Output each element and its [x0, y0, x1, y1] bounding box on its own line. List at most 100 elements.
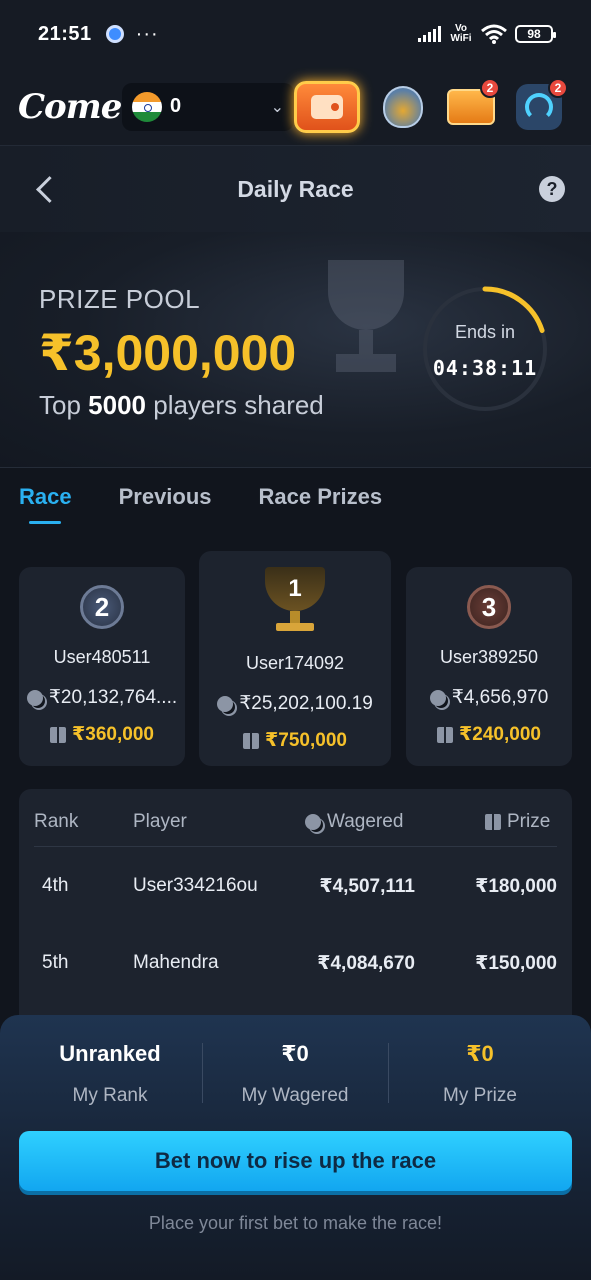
battery-icon: 98 — [515, 25, 556, 43]
leaderboard-table: Rank Player Wagered Prize 4th User334216… — [19, 789, 572, 1029]
row-player: User334216ou — [133, 875, 258, 896]
wallet-button[interactable] — [294, 80, 360, 133]
ends-in-time: 04:38:11 — [432, 356, 538, 380]
page-title: Daily Race — [237, 175, 354, 202]
prize-pool-banner: PRIZE POOL ₹3,000,000 Top 5000 players s… — [0, 232, 591, 468]
tab-race[interactable]: Race — [19, 484, 72, 524]
row-player: Mahendra — [133, 952, 219, 973]
coins-icon — [217, 695, 234, 712]
gift-icon — [243, 732, 260, 749]
header-divider — [34, 846, 557, 847]
my-wagered-stat: ₹0 My Wagered — [200, 1041, 390, 1107]
podium-prize-value: ₹750,000 — [265, 730, 347, 751]
podium-player-name: User174092 — [245, 653, 345, 673]
support-badge: 2 — [548, 77, 568, 98]
podium-card-third: 3 User389250 ₹4,656,970 ₹240,000 — [406, 567, 572, 766]
treasure-jar-button[interactable] — [378, 82, 428, 132]
podium-rank: 3 — [481, 591, 497, 622]
bet-hint-text: Place your first bet to make the race! — [148, 1213, 443, 1233]
chevron-down-icon: ⌄ — [270, 98, 284, 116]
my-prize-stat: ₹0 My Prize — [385, 1041, 575, 1107]
podium-player-name: User480511 — [53, 647, 151, 667]
india-flag-icon — [132, 91, 162, 122]
row-wagered: ₹4,084,670 — [317, 953, 415, 974]
trophy-background-icon — [318, 260, 414, 380]
countdown-timer: Ends in 04:38:11 — [420, 284, 550, 414]
wifi-icon — [481, 24, 507, 44]
subtitle-suffix: players shared — [153, 390, 324, 420]
currency-selector[interactable]: 0 ⌄ — [122, 82, 294, 131]
prize-pool-subtitle: Top 5000 players shared — [39, 390, 324, 421]
tab-previous[interactable]: Previous — [119, 484, 212, 524]
prize-pool-amount: ₹3,000,000 — [39, 325, 297, 381]
back-arrow-icon[interactable] — [34, 174, 62, 204]
my-prize-label: My Prize — [443, 1085, 517, 1106]
vowifi-label: Vo WiFi — [450, 23, 472, 44]
podium-wagered: ₹25,202,100.19 — [199, 692, 391, 715]
my-rank-stat: Unranked My Rank — [15, 1041, 205, 1107]
column-header-player: Player — [133, 811, 187, 832]
podium-prize: ₹750,000 — [199, 729, 391, 752]
page-header: Daily Race ? — [0, 146, 591, 232]
status-bar: 21:51 ··· Vo WiFi 98 — [0, 0, 591, 68]
cell-signal-icon — [418, 26, 441, 42]
coins-icon — [26, 689, 43, 706]
podium-card-first: 1 User174092 ₹25,202,100.19 ₹750,000 — [199, 551, 391, 766]
subtitle-prefix: Top — [39, 390, 81, 420]
my-stats-panel: Unranked My Rank ₹0 My Wagered ₹0 My Pri… — [0, 1015, 591, 1280]
subtitle-player-count: 5000 — [88, 390, 146, 420]
status-more: ··· — [135, 22, 159, 45]
podium-card-second: 2 User480511 ₹20,132,764.... ₹360,000 — [19, 567, 185, 766]
gift-badge: 2 — [480, 77, 500, 98]
row-rank: 4th — [42, 875, 69, 896]
wallet-icon — [311, 94, 343, 119]
trophy-icon: 1 — [262, 567, 328, 637]
podium-prize: ₹240,000 — [406, 723, 572, 746]
coins-icon — [305, 814, 321, 830]
app-notification-icon — [105, 25, 124, 43]
row-prize: ₹180,000 — [475, 876, 557, 897]
battery-level: 98 — [527, 27, 541, 41]
podium-wagered-value: ₹25,202,100.19 — [239, 693, 373, 714]
help-icon[interactable]: ? — [539, 176, 565, 202]
treasure-jar-icon — [383, 85, 423, 128]
podium-prize-value: ₹360,000 — [72, 724, 154, 745]
podium-wagered: ₹4,656,970 — [406, 686, 572, 709]
my-rank-label: My Rank — [72, 1085, 148, 1106]
column-header-rank: Rank — [34, 811, 79, 832]
podium-rank: 2 — [94, 591, 110, 622]
gift-icon — [50, 726, 67, 743]
podium-rank: 1 — [288, 575, 302, 602]
countdown-ring — [422, 286, 548, 412]
race-tabs: Race Previous Race Prizes — [19, 484, 429, 524]
row-rank: 5th — [42, 952, 69, 973]
coins-icon — [429, 689, 446, 706]
silver-medal-icon: 2 — [80, 585, 124, 629]
gift-icon — [437, 726, 454, 743]
podium-wagered-value: ₹20,132,764.... — [48, 687, 178, 708]
ends-in-label: Ends in — [454, 322, 516, 342]
my-prize-value: ₹0 — [466, 1041, 494, 1066]
podium-player-name: User389250 — [439, 647, 539, 667]
my-wagered-value: ₹0 — [281, 1041, 309, 1066]
support-button[interactable]: 2 — [514, 77, 568, 132]
my-wagered-label: My Wagered — [241, 1085, 349, 1106]
bronze-medal-icon: 3 — [467, 585, 511, 629]
gift-box-button[interactable]: 2 — [446, 77, 500, 132]
balance-value: 0 — [170, 95, 182, 117]
row-prize: ₹150,000 — [475, 953, 557, 974]
status-indicators: Vo WiFi 98 — [418, 23, 556, 44]
podium-prize-value: ₹240,000 — [459, 724, 541, 745]
tab-race-prizes[interactable]: Race Prizes — [259, 484, 383, 524]
brand-logo[interactable]: Come — [18, 87, 122, 127]
prize-pool-label: PRIZE POOL — [39, 284, 201, 314]
my-rank-value: Unranked — [59, 1041, 161, 1066]
row-wagered: ₹4,507,111 — [319, 876, 415, 897]
bet-now-button[interactable]: Bet now to rise up the race — [19, 1131, 572, 1191]
podium-wagered: ₹20,132,764.... — [19, 686, 185, 709]
column-header-prize: Prize — [485, 811, 550, 833]
status-time: 21:51 — [38, 22, 92, 45]
podium-prize: ₹360,000 — [19, 723, 185, 746]
app-header: Come 0 ⌄ 2 2 — [0, 68, 591, 146]
column-header-wagered: Wagered — [305, 811, 403, 833]
